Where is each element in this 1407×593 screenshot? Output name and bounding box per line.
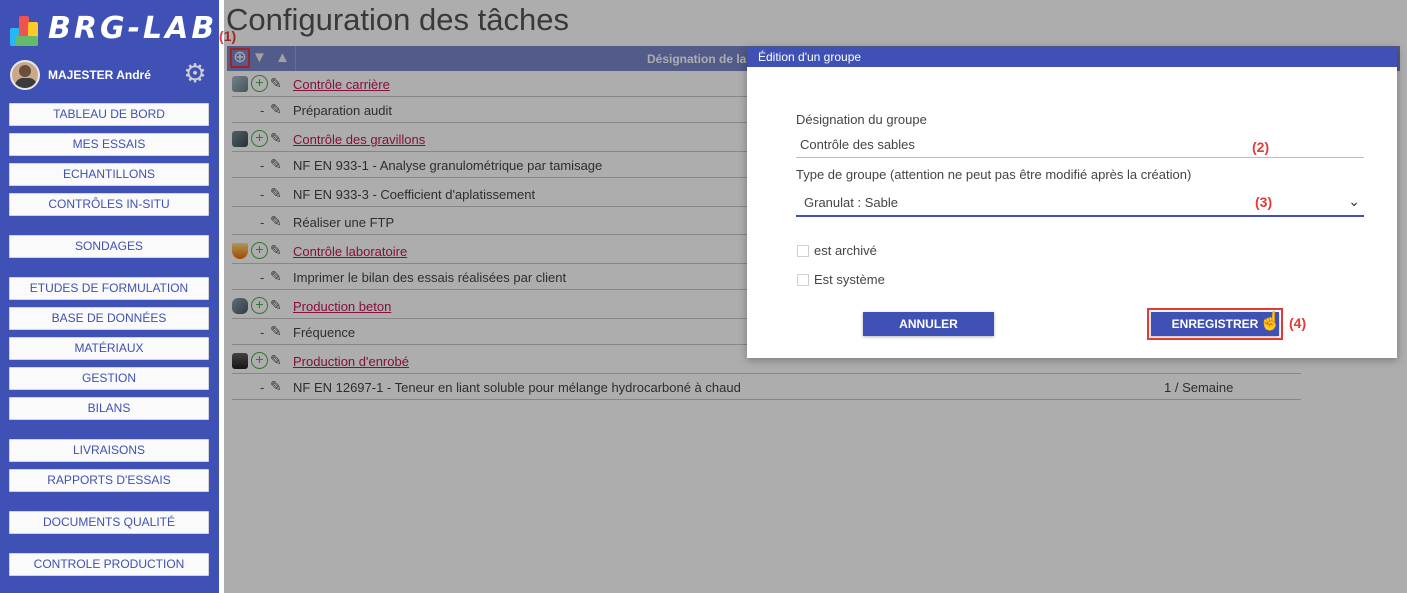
archived-checkbox[interactable] [797,245,809,257]
user-block: MAJESTER André ⚙ [10,60,210,90]
nav-etudes-de-formulation[interactable]: ETUDES DE FORMULATION [9,277,209,300]
annotation-4: (4) [1289,315,1307,331]
hand-cursor-icon: ☝ [1259,311,1282,331]
group-type-select[interactable]: Granulat : Sable ⌄ [796,187,1364,217]
app-logo[interactable]: BRG-LAB [10,8,217,48]
designation-input[interactable] [796,132,1364,158]
edit-group-dialog: Édition d'un groupe Désignation du group… [747,47,1397,358]
gear-icon[interactable]: ⚙ [182,60,208,86]
nav-bilans[interactable]: BILANS [9,397,209,420]
nav-controles-in-situ[interactable]: CONTRÔLES IN-SITU [9,193,209,216]
logo-text: BRG-LAB [48,10,218,46]
nav-echantillons[interactable]: ECHANTILLONS [9,163,209,186]
nav-controle-production[interactable]: CONTROLE PRODUCTION [9,553,209,576]
sidebar: BRG-LAB MAJESTER André ⚙ TABLEAU DE BORD… [0,0,219,593]
group-type-value: Granulat : Sable [804,195,898,210]
dialog-title: Édition d'un groupe [747,47,1397,67]
nav-materiaux[interactable]: MATÉRIAUX [9,337,209,360]
nav-sondages[interactable]: SONDAGES [9,235,209,258]
nav-documents-qualite[interactable]: DOCUMENTS QUALITÉ [9,511,209,534]
nav-gestion[interactable]: GESTION [9,367,209,390]
nav-tableau-de-bord[interactable]: TABLEAU DE BORD [9,103,209,126]
nav-rapports-d-essais[interactable]: RAPPORTS D'ESSAIS [9,469,209,492]
logo-mark-icon [10,10,44,46]
avatar[interactable] [10,60,40,90]
system-label: Est système [814,272,885,287]
group-type-label: Type de groupe (attention ne peut pas êt… [796,167,1192,182]
nav-mes-essais[interactable]: MES ESSAIS [9,133,209,156]
designation-label: Désignation du groupe [796,112,927,127]
annotation-3: (3) [1255,194,1273,210]
cancel-button[interactable]: ANNULER [863,312,994,336]
annotation-2: (2) [1252,139,1270,155]
chevron-down-icon: ⌄ [1348,193,1360,209]
nav-livraisons[interactable]: LIVRAISONS [9,439,209,462]
system-checkbox[interactable] [797,274,809,286]
user-name: MAJESTER André [48,68,151,82]
archived-label: est archivé [814,243,877,258]
nav-base-de-donnees[interactable]: BASE DE DONNÉES [9,307,209,330]
